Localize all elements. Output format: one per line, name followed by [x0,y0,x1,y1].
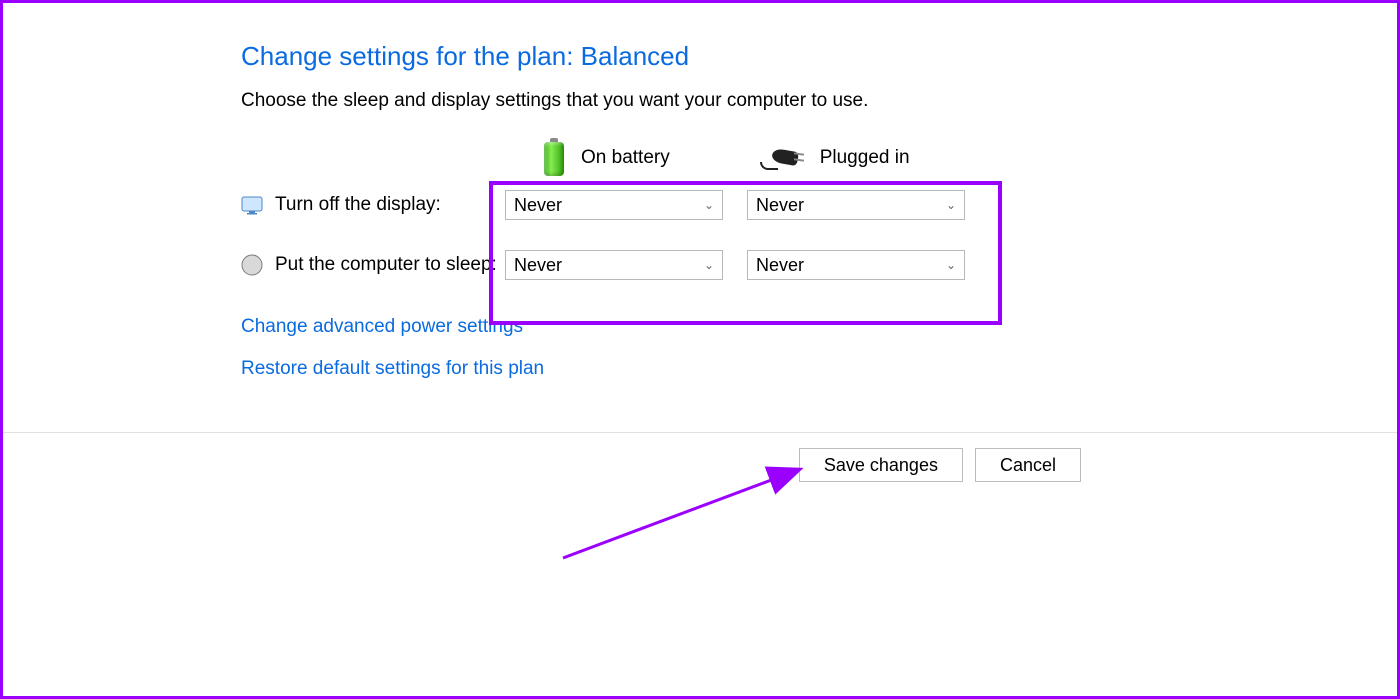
display-plugged-value: Never [756,195,804,216]
on-battery-header: On battery [541,138,670,178]
plug-icon [762,146,806,170]
sleep-battery-select[interactable]: Never ⌄ [505,250,723,280]
power-plan-settings-window: Change settings for the plan: Balanced C… [0,0,1400,699]
sleep-label: Put the computer to sleep: [275,254,497,276]
turn-off-display-label-group: Turn off the display: [241,194,501,216]
battery-icon [541,138,567,178]
chevron-down-icon: ⌄ [946,198,956,212]
sleep-label-group: Put the computer to sleep: [241,254,501,276]
display-plugged-select[interactable]: Never ⌄ [747,190,965,220]
divider [3,432,1397,433]
sleep-battery-value: Never [514,255,562,276]
page-description: Choose the sleep and display settings th… [241,90,1141,112]
display-battery-value: Never [514,195,562,216]
plugged-in-label: Plugged in [820,147,910,169]
cancel-button[interactable]: Cancel [975,448,1081,482]
sleep-row: Put the computer to sleep: Never ⌄ Never… [241,250,1141,280]
plugged-in-header: Plugged in [762,146,910,170]
advanced-settings-link[interactable]: Change advanced power settings [241,316,523,338]
chevron-down-icon: ⌄ [946,258,956,272]
chevron-down-icon: ⌄ [704,258,714,272]
column-headers: On battery Plugged in [541,138,1141,178]
display-icon [241,194,263,216]
sleep-plugged-value: Never [756,255,804,276]
turn-off-display-label: Turn off the display: [275,194,441,216]
page-title: Change settings for the plan: Balanced [241,41,1141,72]
button-row: Save changes Cancel [3,448,1397,482]
links-section: Change advanced power settings Restore d… [241,316,1141,380]
moon-icon [241,254,263,276]
content-area: Change settings for the plan: Balanced C… [241,41,1141,400]
turn-off-display-row: Turn off the display: Never ⌄ Never ⌄ [241,190,1141,220]
chevron-down-icon: ⌄ [704,198,714,212]
restore-defaults-link[interactable]: Restore default settings for this plan [241,358,544,380]
save-changes-button[interactable]: Save changes [799,448,963,482]
on-battery-label: On battery [581,147,670,169]
sleep-plugged-select[interactable]: Never ⌄ [747,250,965,280]
display-battery-select[interactable]: Never ⌄ [505,190,723,220]
